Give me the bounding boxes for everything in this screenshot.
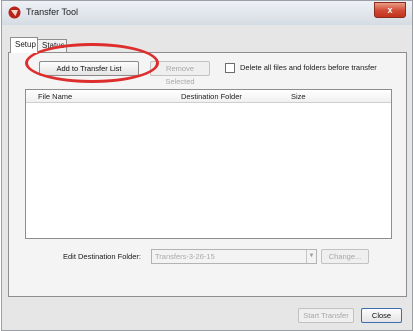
delete-before-transfer-label: Delete all files and folders before tran… bbox=[240, 63, 377, 72]
column-header-file-name[interactable]: File Name bbox=[38, 92, 72, 101]
window-title: Transfer Tool bbox=[26, 7, 79, 17]
chevron-down-icon: ▼ bbox=[306, 250, 316, 263]
delete-before-transfer-checkbox[interactable] bbox=[225, 63, 235, 73]
transfer-tool-window: Transfer Tool x Setup Status Add to Tran… bbox=[1, 0, 413, 331]
destination-folder-select[interactable]: Transfers-3-26-15 ▼ bbox=[151, 249, 317, 264]
window-close-button[interactable]: x bbox=[374, 2, 406, 18]
start-transfer-button[interactable]: Start Transfer bbox=[298, 308, 354, 323]
setup-panel: Add to Transfer List Remove Selected Del… bbox=[8, 43, 407, 297]
close-icon: x bbox=[387, 5, 393, 15]
close-button[interactable]: Close bbox=[361, 308, 402, 323]
change-button[interactable]: Change... bbox=[321, 249, 369, 264]
ti-logo-icon bbox=[8, 6, 21, 19]
tab-setup[interactable]: Setup bbox=[10, 37, 38, 53]
edit-destination-folder-label: Edit Destination Folder: bbox=[63, 252, 141, 261]
table-header: File Name Destination Folder Size bbox=[26, 90, 391, 103]
title-bar: Transfer Tool x bbox=[2, 1, 412, 25]
tab-status[interactable]: Status bbox=[37, 39, 67, 53]
destination-folder-value: Transfers-3-26-15 bbox=[155, 252, 215, 261]
add-to-transfer-list-button[interactable]: Add to Transfer List bbox=[39, 61, 139, 76]
column-header-destination-folder[interactable]: Destination Folder bbox=[181, 92, 242, 101]
remove-selected-button[interactable]: Remove Selected bbox=[150, 61, 210, 86]
column-header-size[interactable]: Size bbox=[291, 92, 306, 101]
transfer-list-table[interactable]: File Name Destination Folder Size bbox=[25, 89, 392, 239]
